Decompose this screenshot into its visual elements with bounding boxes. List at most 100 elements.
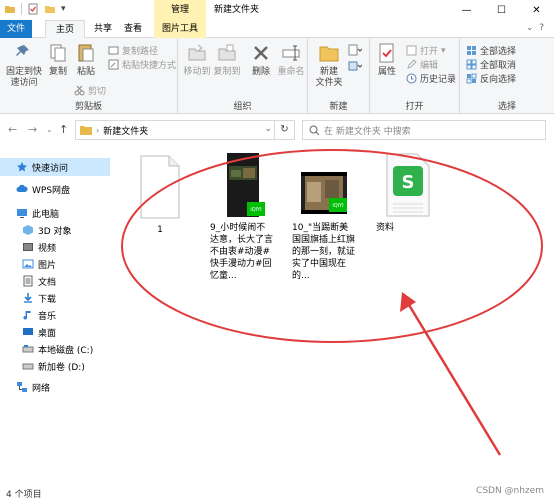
open-button[interactable]: 打开 ▾ — [406, 44, 446, 57]
new-group: 新建 文件夹 新建 — [308, 38, 370, 114]
nav-label: 新加卷 (D:) — [38, 362, 85, 373]
properties-icon[interactable] — [27, 3, 39, 15]
nav-label: 桌面 — [38, 328, 57, 339]
chevron-down-icon[interactable]: ⌄ ? — [526, 23, 544, 33]
file-name: 资料 — [376, 223, 395, 233]
invert-selection-icon — [466, 73, 477, 84]
invert-selection-button[interactable]: 反向选择 — [466, 72, 516, 85]
paste-shortcut-label: 粘贴快捷方式 — [122, 61, 177, 71]
copy-to-button[interactable]: 复制到 — [212, 42, 242, 78]
recent-locations-icon[interactable]: ⌄ — [46, 125, 53, 134]
tab-view[interactable]: 查看 — [113, 20, 153, 38]
nav-network[interactable]: 网络 — [0, 378, 50, 396]
select-all-icon — [467, 46, 476, 55]
new-folder-button[interactable]: 新建 文件夹 — [312, 42, 346, 89]
history-label: 历史记录 — [420, 75, 457, 85]
tab-file[interactable]: 文件 — [0, 20, 32, 38]
window-title: 新建文件夹 — [214, 5, 260, 15]
move-to-button[interactable]: 移动到 — [182, 42, 212, 78]
up-arrow-icon[interactable]: ↑ — [59, 123, 68, 136]
delete-button[interactable]: 删除 — [248, 42, 274, 78]
copy-to-label: 复制到 — [213, 67, 241, 77]
nav-music[interactable]: 音乐 — [0, 306, 56, 324]
nav-wps[interactable]: WPS网盘 — [0, 180, 70, 198]
select-none-button[interactable]: 全部取消 — [466, 58, 516, 71]
nav-downloads[interactable]: 下载 — [0, 289, 56, 307]
history-button[interactable]: 历史记录 — [406, 72, 456, 85]
nav-desktop[interactable]: 桌面 — [0, 323, 56, 341]
pin-quick-access-button[interactable]: 固定到快 速访问 — [4, 42, 44, 89]
iqiyi-badge: iQIYI — [332, 203, 343, 209]
select-none-label: 全部取消 — [480, 61, 517, 71]
forward-arrow-icon[interactable]: → — [28, 123, 37, 136]
document-icon — [23, 275, 33, 287]
address-bar[interactable]: › 新建文件夹 ⌄ ↻ — [75, 120, 295, 140]
nav-local-disk-c[interactable]: 本地磁盘 (C:) — [0, 340, 93, 358]
copy-path-button[interactable]: 复制路径 — [108, 44, 158, 57]
star-icon — [17, 162, 27, 172]
quick-access-toolbar: ▾ — [4, 3, 66, 15]
music-icon — [23, 311, 31, 320]
edit-icon — [407, 59, 417, 69]
copy-button[interactable]: 复制 — [46, 42, 70, 78]
blank-file-icon — [140, 155, 180, 219]
clipboard-group-label: 剪贴板 — [74, 102, 102, 112]
close-button[interactable]: ✕ — [519, 0, 554, 20]
nav-label: 图片 — [38, 260, 57, 271]
rename-button[interactable]: 重命名 — [276, 42, 306, 78]
nav-videos[interactable]: 视频 — [0, 238, 56, 256]
new-folder-icon[interactable] — [44, 3, 56, 15]
tab-home[interactable]: 主页 — [45, 20, 85, 38]
window-controls: — ☐ ✕ — [449, 0, 554, 20]
copy-icon — [50, 44, 66, 62]
drive-icon — [22, 345, 34, 353]
properties-label: 属性 — [377, 67, 396, 77]
select-all-label: 全部选择 — [480, 47, 517, 57]
back-arrow-icon[interactable]: ← — [8, 123, 17, 136]
clipboard-group: 固定到快 速访问 复制 粘贴 复制路径 粘贴快捷方式 剪切 剪贴板 — [0, 38, 178, 114]
file-item[interactable]: iQIYI 10_"当踢断美国国旗插上红旗的那一刻，就证实了中国现在的... — [292, 152, 356, 282]
paste-icon — [78, 44, 94, 62]
nav-label: 下载 — [38, 294, 57, 305]
search-input[interactable]: 在 新建文件夹 中搜索 — [302, 120, 546, 140]
minimize-button[interactable]: — — [449, 0, 484, 20]
nav-3d-objects[interactable]: 3D 对象 — [0, 221, 72, 239]
pin-icon — [16, 45, 29, 56]
copy-path-label: 复制路径 — [122, 47, 159, 57]
nav-quick-access[interactable]: 快速访问 — [0, 158, 110, 176]
status-bar: 4 个项目 CSDN @nhzem — [0, 480, 554, 503]
tab-picture-tools[interactable]: 图片工具 — [154, 20, 206, 38]
rename-label: 重命名 — [277, 67, 305, 77]
chevron-right-icon: › — [96, 125, 100, 135]
new-item-icon[interactable] — [348, 44, 362, 56]
item-count: 4 个项目 — [6, 490, 42, 500]
nav-pictures[interactable]: 图片 — [0, 255, 56, 273]
select-group-label: 选择 — [497, 102, 516, 112]
open-group-label: 打开 — [405, 102, 424, 112]
nav-documents[interactable]: 文档 — [0, 272, 56, 290]
select-all-button[interactable]: 全部选择 — [466, 44, 516, 57]
search-placeholder: 在 新建文件夹 中搜索 — [324, 126, 411, 137]
paste-button[interactable]: 粘贴 — [74, 42, 98, 78]
refresh-icon[interactable]: ↻ — [274, 121, 294, 139]
easy-access-icon[interactable] — [348, 60, 362, 72]
title-bar: ▾ 管理 新建文件夹 — ☐ ✕ — [0, 0, 554, 20]
paste-shortcut-button[interactable]: 粘贴快捷方式 — [108, 58, 176, 71]
cut-button[interactable]: 剪切 — [74, 84, 106, 97]
properties-button[interactable]: 属性 — [374, 42, 400, 78]
nav-label: 此电脑 — [32, 209, 60, 220]
file-item[interactable]: S 资料 — [376, 152, 440, 234]
nav-label: 本地磁盘 (C:) — [38, 345, 94, 356]
edit-button[interactable]: 编辑 — [406, 58, 438, 71]
manage-context-tab[interactable]: 管理 — [154, 0, 206, 20]
file-item[interactable]: 1 — [128, 154, 192, 236]
maximize-button[interactable]: ☐ — [484, 0, 519, 20]
customize-qat-icon[interactable]: ▾ — [61, 4, 66, 14]
chevron-down-icon[interactable]: ⌄ — [264, 124, 272, 134]
file-item[interactable]: iQIYI 9_小时候闹不达意，长大了言不由衷#动漫#快手漫动力#回忆童... — [210, 152, 274, 282]
open-icon — [406, 45, 417, 56]
nav-this-pc[interactable]: 此电脑 — [0, 204, 59, 222]
iqiyi-badge: iQIYI — [250, 207, 261, 213]
nav-label: 3D 对象 — [38, 226, 72, 237]
nav-new-volume-d[interactable]: 新加卷 (D:) — [0, 357, 85, 375]
